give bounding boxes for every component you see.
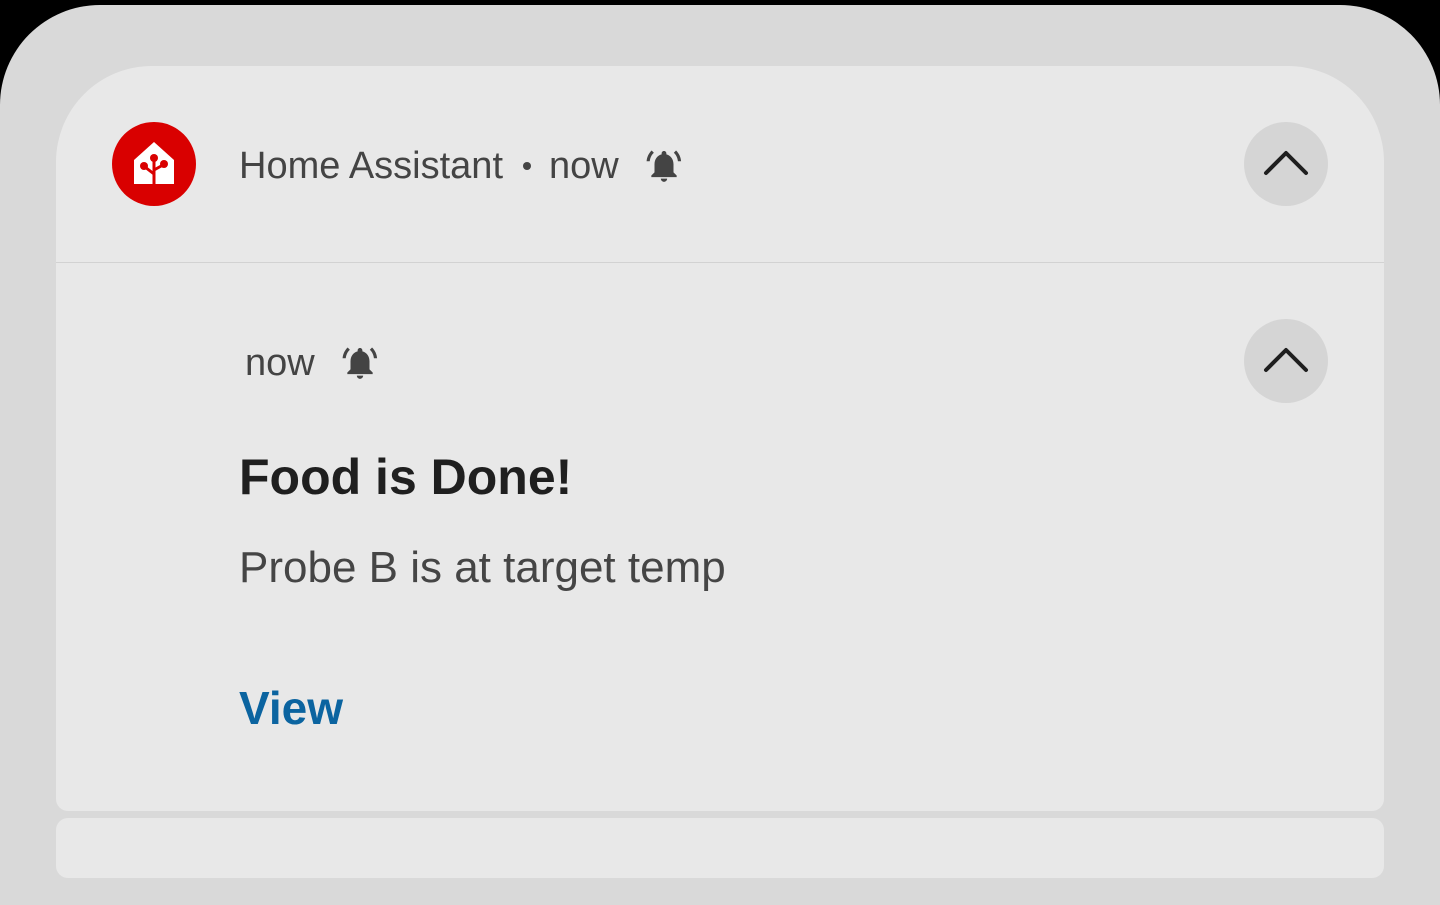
- message-time: now: [245, 341, 315, 384]
- next-notification-card[interactable]: [56, 818, 1384, 878]
- home-assistant-icon: [112, 122, 196, 206]
- divider: [56, 262, 1384, 263]
- notification-title: Food is Done!: [239, 449, 573, 505]
- header-separator: [523, 162, 531, 170]
- header-time: now: [549, 144, 619, 187]
- view-action-button[interactable]: View: [239, 681, 343, 735]
- collapse-message-button[interactable]: [1244, 319, 1328, 403]
- notification-header: Home Assistant now: [239, 142, 683, 190]
- notification-card[interactable]: Home Assistant now now Food is Done! Pro…: [56, 66, 1384, 811]
- bell-ringing-icon: [341, 344, 379, 382]
- notification-shade: Home Assistant now now Food is Done! Pro…: [0, 5, 1440, 905]
- chevron-up-icon: [1264, 151, 1308, 175]
- bell-ringing-icon: [645, 147, 683, 185]
- chevron-up-icon: [1264, 348, 1308, 372]
- notification-body: Probe B is at target temp: [239, 543, 726, 592]
- app-name: Home Assistant: [239, 144, 503, 187]
- collapse-group-button[interactable]: [1244, 122, 1328, 206]
- message-header: now: [245, 339, 379, 387]
